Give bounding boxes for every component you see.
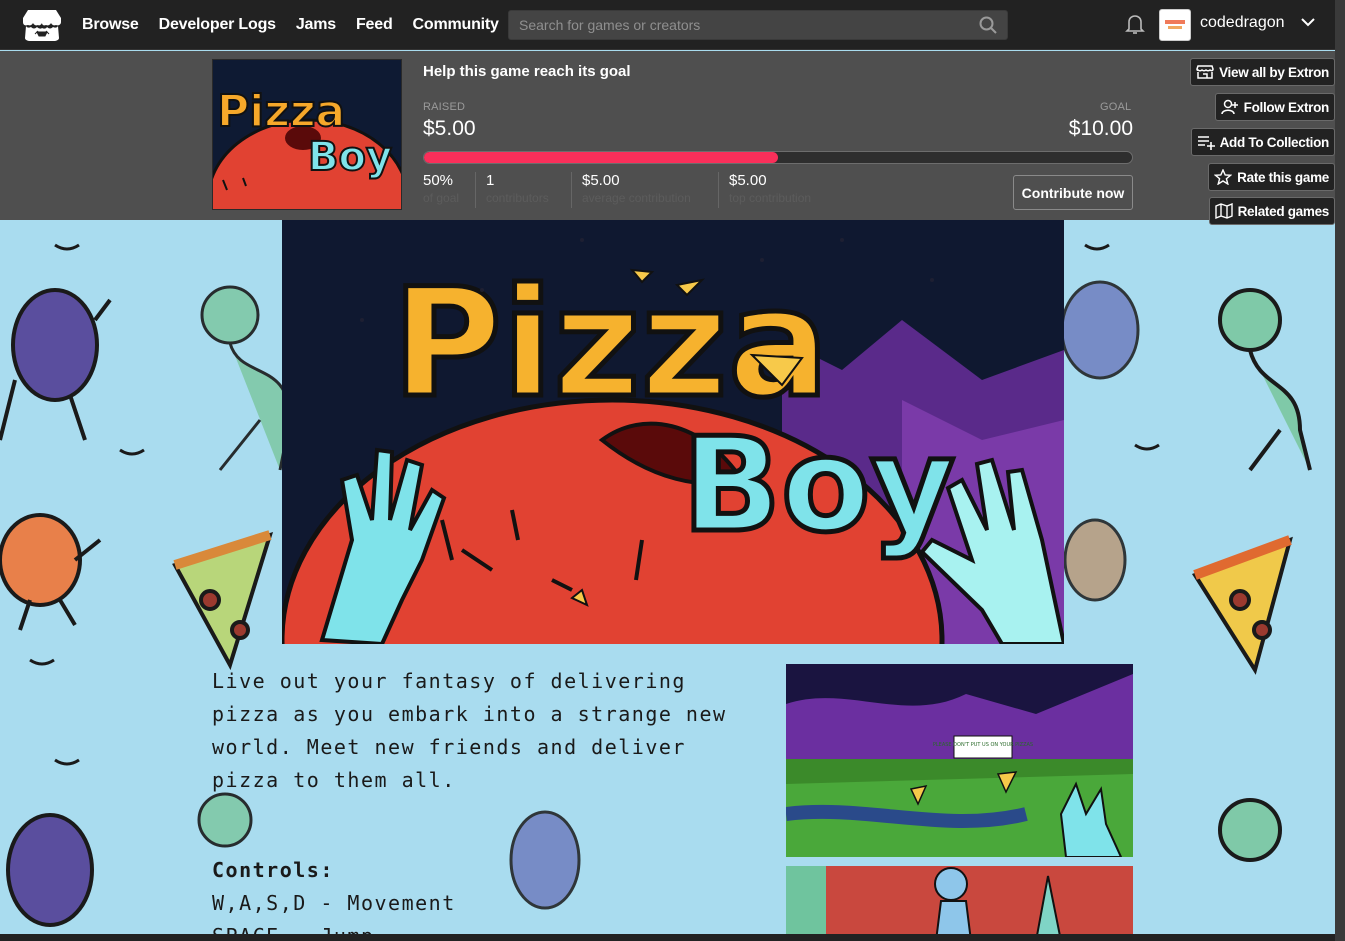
raised-label: RAISED xyxy=(423,101,466,113)
banner-title-pizza: Pizza xyxy=(392,257,829,431)
star-icon xyxy=(1214,169,1233,185)
stat-percent-label: of goal xyxy=(423,191,460,205)
stat-contributors-value: 1 xyxy=(486,172,495,189)
banner-art-icon: Pizza Boy xyxy=(282,220,1064,644)
stat-average: $5.00 average contribution xyxy=(571,172,717,208)
stat-contributors: 1 contributors xyxy=(475,172,570,208)
control-movement: W,A,S,D - Movement xyxy=(212,891,456,915)
related-games-button[interactable]: Related games xyxy=(1208,197,1335,225)
rate-label: Rate this game xyxy=(1237,169,1329,185)
stat-percent: 50% of goal xyxy=(423,172,473,208)
goal-label: GOAL xyxy=(1100,101,1132,113)
nav-community[interactable]: Community xyxy=(413,16,499,34)
nav-developer-logs[interactable]: Developer Logs xyxy=(159,16,276,34)
goal-title: Help this game reach its goal xyxy=(423,63,631,80)
stat-contributors-label: contributors xyxy=(486,191,549,205)
cover-title-boy: Boy xyxy=(308,134,392,180)
screenshot-2-art-icon xyxy=(786,866,1133,941)
stat-percent-value: 50% xyxy=(423,172,454,189)
orange-creature-left xyxy=(0,513,102,631)
pizza-slice-right xyxy=(1191,535,1293,675)
bell-icon[interactable] xyxy=(1125,13,1145,35)
collection-label: Add To Collection xyxy=(1219,134,1330,150)
playlist-add-icon xyxy=(1197,136,1215,150)
view-all-label: View all by Extron xyxy=(1219,64,1329,80)
purple-creature-left xyxy=(0,288,112,441)
bottom-edge xyxy=(0,934,1335,941)
nav-jams[interactable]: Jams xyxy=(296,16,336,34)
controls-section: Controls: W,A,S,D - Movement SPACE - Jum… xyxy=(212,854,456,941)
username[interactable]: codedragon xyxy=(1200,14,1285,32)
chevron-down-icon[interactable] xyxy=(1300,17,1316,27)
screenshot-sign-text: PLEASE DON'T PUT US ON YOUR PIZZAS xyxy=(933,742,1033,748)
related-label: Related games xyxy=(1237,203,1330,219)
purple-creature-lower-mid xyxy=(509,810,581,910)
screenshot-1[interactable]: PLEASE DON'T PUT US ON YOUR PIZZAS xyxy=(786,664,1133,857)
add-to-collection-button[interactable]: Add To Collection xyxy=(1190,128,1335,156)
top-header: Browse Developer Logs Jams Feed Communit… xyxy=(0,0,1345,50)
banner-title-boy: Boy xyxy=(682,409,955,561)
search-input[interactable] xyxy=(509,11,969,39)
storefront-icon xyxy=(1196,65,1214,79)
search-box xyxy=(508,10,1008,40)
pizza-slice-left xyxy=(172,530,274,671)
stat-average-value: $5.00 xyxy=(582,172,620,189)
avatar-image-icon xyxy=(1165,20,1185,29)
stat-top-label: top contribution xyxy=(729,191,812,205)
stat-top-value: $5.00 xyxy=(729,172,767,189)
page-scrollbar[interactable] xyxy=(1335,0,1345,941)
screenshot-2[interactable] xyxy=(786,866,1133,941)
follow-label: Follow Extron xyxy=(1243,99,1330,115)
screenshot-art-icon: PLEASE DON'T PUT US ON YOUR PIZZAS xyxy=(786,664,1133,857)
add-user-icon xyxy=(1220,99,1238,115)
stat-top: $5.00 top contribution xyxy=(718,172,838,208)
funding-progress-bar xyxy=(423,151,1133,164)
stat-average-label: average contribution xyxy=(582,191,691,205)
green-creature-left xyxy=(200,285,292,471)
map-icon xyxy=(1214,203,1233,219)
controls-heading: Controls: xyxy=(212,858,334,882)
game-description: Live out your fantasy of delivering pizz… xyxy=(212,669,727,792)
cover-title-pizza: Pizza xyxy=(217,86,345,137)
nav-browse[interactable]: Browse xyxy=(82,16,139,34)
raised-amount: $5.00 xyxy=(423,117,476,140)
view-all-by-author-button[interactable]: View all by Extron xyxy=(1190,58,1335,86)
purple-creature-right xyxy=(1060,280,1140,602)
green-creature-left2 xyxy=(197,792,253,848)
cover-art-icon: Pizza Boy xyxy=(213,60,401,209)
rate-game-button[interactable]: Rate this game xyxy=(1208,163,1335,191)
itchio-logo-icon[interactable] xyxy=(22,8,62,42)
follow-author-button[interactable]: Follow Extron xyxy=(1214,93,1335,121)
funding-progress-fill xyxy=(424,152,778,163)
game-cover-thumbnail[interactable]: Pizza Boy xyxy=(212,59,402,210)
avatar[interactable] xyxy=(1159,9,1191,41)
nav-feed[interactable]: Feed xyxy=(356,16,393,34)
main-nav: Browse Developer Logs Jams Feed Communit… xyxy=(82,0,519,50)
game-banner: Pizza Boy xyxy=(282,220,1064,644)
goal-amount: $10.00 xyxy=(1068,117,1133,140)
purple-creature-left2 xyxy=(6,813,94,927)
contribute-now-button[interactable]: Contribute now xyxy=(1013,175,1133,210)
search-icon[interactable] xyxy=(979,16,997,34)
